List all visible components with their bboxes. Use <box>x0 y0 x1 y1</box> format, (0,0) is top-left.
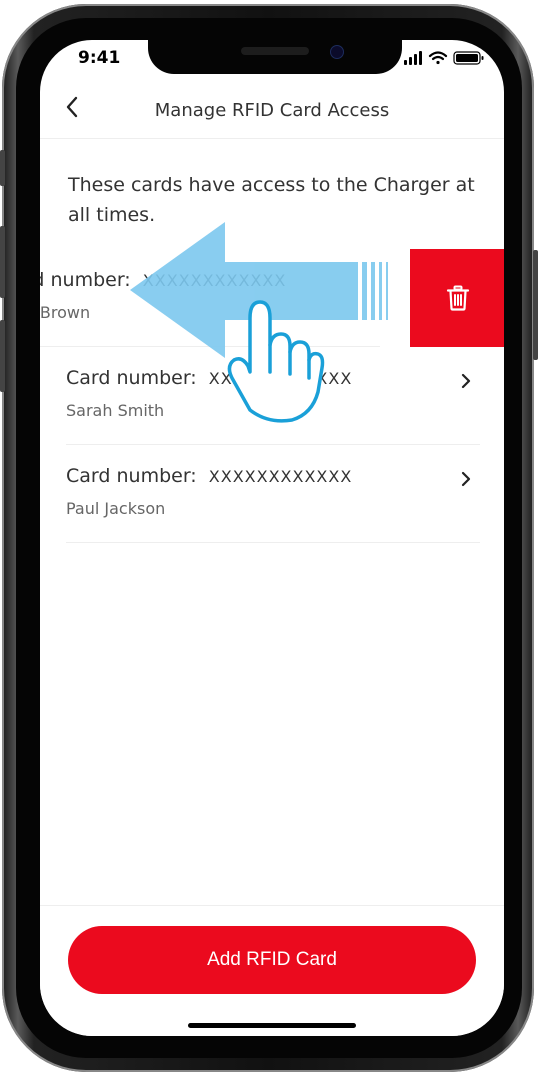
battery-icon <box>453 51 484 65</box>
card-owner-name: Sarah Smith <box>66 401 165 420</box>
card-row-3[interactable]: Card number: XXXXXXXXXXXX Paul Jackson <box>66 445 480 543</box>
card-row-1[interactable]: Card number: XXXXXXXXXXXX John Brown <box>40 249 380 347</box>
card-row-2[interactable]: Card number: XXXXXXXXXXXX Sarah Smith <box>66 347 480 445</box>
notch <box>148 40 402 74</box>
card-number-label: Card number: <box>66 465 197 487</box>
card-number-value: XXXXXXXXXXXX <box>142 271 287 290</box>
trash-icon <box>446 285 470 311</box>
add-rfid-card-button[interactable]: Add RFID Card <box>68 926 476 994</box>
front-camera <box>330 45 344 59</box>
wifi-icon <box>428 51 448 65</box>
status-time: 9:41 <box>78 48 121 68</box>
card-owner-name: John Brown <box>40 303 91 322</box>
volume-down-button <box>0 320 5 392</box>
card-number-value: XXXXXXXXXXXX <box>208 467 353 486</box>
volume-up-button <box>0 226 5 298</box>
card-number-label: Card number: <box>66 367 197 389</box>
status-icons <box>404 51 484 65</box>
nav-bar: Manage RFID Card Access <box>40 80 504 139</box>
power-button <box>533 250 538 360</box>
card-number-label: Card number: <box>40 269 131 291</box>
bottom-action-bar: Add RFID Card <box>40 905 504 1036</box>
mute-switch <box>0 150 5 186</box>
chevron-right-icon <box>461 471 471 487</box>
access-description: These cards have access to the Charger a… <box>68 174 475 226</box>
app-screen: 9:41 Manage RFID Card Access These cards… <box>40 40 504 1036</box>
delete-card-button[interactable] <box>410 249 504 347</box>
card-number-value: XXXXXXXXXXXX <box>208 369 353 388</box>
signal-icon <box>404 51 422 65</box>
home-indicator[interactable] <box>188 1023 356 1028</box>
notch-speaker <box>241 47 309 55</box>
row-divider <box>66 542 480 543</box>
page-title: Manage RFID Card Access <box>154 100 390 121</box>
chevron-right-icon <box>461 373 471 389</box>
card-owner-name: Paul Jackson <box>66 499 166 518</box>
